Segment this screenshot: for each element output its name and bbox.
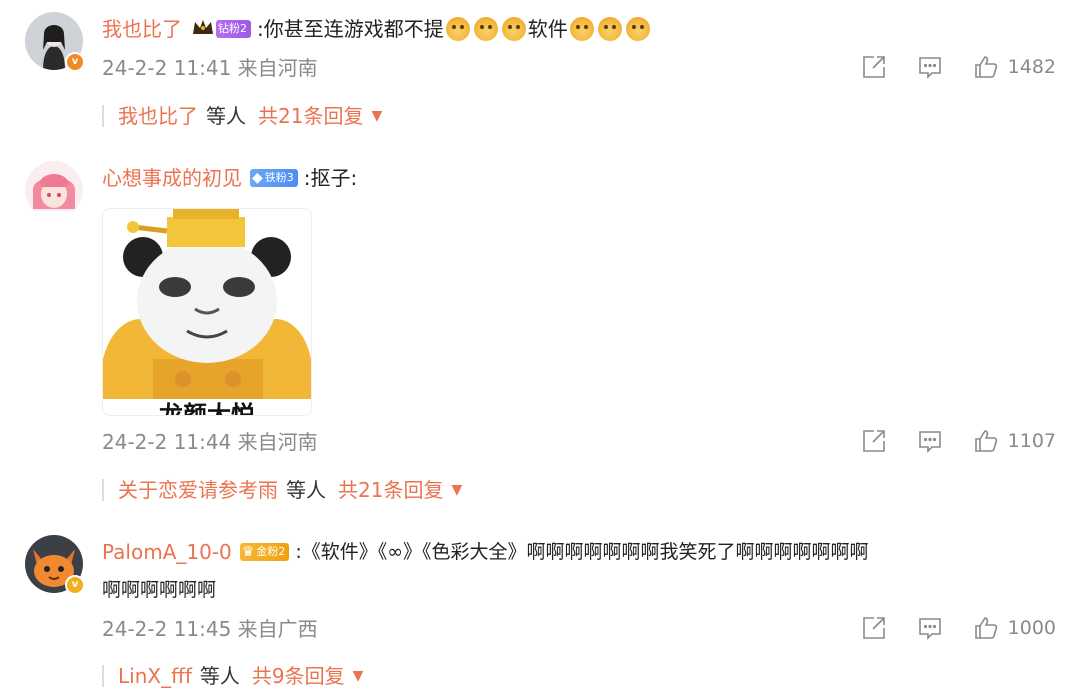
thumbs-up-icon[interactable]: [972, 53, 1000, 81]
diamond-icon: ◆: [252, 170, 263, 186]
comment-actions: 1000: [860, 614, 1056, 642]
fan-badge-label: 金粉2: [256, 545, 286, 558]
doge-emoji-icon: [445, 17, 470, 41]
reply-etc: 等人: [206, 104, 246, 128]
username[interactable]: PalomA_10-0: [102, 537, 232, 567]
replies-summary[interactable]: 关于恋爱请参考雨 等人 共21条回复 ▼: [102, 475, 462, 505]
reply-user[interactable]: 我也比了: [118, 101, 198, 131]
comment-text-mid: 软件: [527, 17, 568, 41]
like-count: 1482: [1007, 56, 1056, 78]
avatar-image: [25, 161, 83, 219]
fan-badge-label: 铁粉3: [264, 171, 294, 184]
caret-down-icon[interactable]: ▼: [371, 101, 382, 131]
comment-icon[interactable]: [916, 614, 944, 642]
comment-text: :《软件》《∞》《色彩大全》啊啊啊啊啊啊啊我笑死了啊啊啊啊啊啊啊: [295, 541, 869, 563]
comment-icon[interactable]: [916, 53, 944, 81]
like-count: 1000: [1007, 617, 1056, 639]
fan-badge[interactable]: ◆ 铁粉3: [250, 169, 298, 187]
share-icon[interactable]: [860, 614, 888, 642]
doge-emoji-icon: [473, 17, 498, 41]
divider: [102, 665, 104, 687]
comment-actions: 1482: [860, 53, 1056, 81]
comment-text: :抠子:: [303, 166, 358, 190]
comment-icon[interactable]: [916, 427, 944, 455]
reply-total[interactable]: 共21条回复: [258, 101, 363, 131]
comment-text-continued: 啊啊啊啊啊啊: [102, 579, 217, 601]
thumbs-up-icon[interactable]: [972, 427, 1000, 455]
share-icon[interactable]: [860, 53, 888, 81]
crown-icon: ♛: [241, 544, 255, 560]
meme-caption: 龙颜大悦: [159, 401, 255, 415]
like-count: 1107: [1007, 430, 1056, 452]
reply-total[interactable]: 共21条回复: [338, 475, 443, 505]
doge-emoji-icon: [625, 17, 650, 41]
reply-user[interactable]: 关于恋爱请参考雨: [118, 475, 278, 505]
meme-image[interactable]: 龙颜大悦: [102, 208, 312, 416]
username[interactable]: 我也比了: [102, 14, 182, 44]
divider: [102, 479, 104, 501]
comment-meta: 24-2-2 11:44 来自河南: [102, 430, 318, 454]
caret-down-icon[interactable]: ▼: [451, 475, 462, 505]
doge-emoji-icon: [501, 17, 526, 41]
comment-actions: 1107: [860, 427, 1056, 455]
verified-v-icon: v: [65, 575, 85, 595]
replies-summary[interactable]: 我也比了 等人 共21条回复 ▼: [102, 101, 382, 131]
reply-etc: 等人: [286, 478, 326, 502]
comment-meta: 24-2-2 11:41 来自河南: [102, 56, 318, 80]
doge-emoji-icon: [569, 17, 594, 41]
avatar[interactable]: v: [25, 12, 85, 72]
divider: [102, 105, 104, 127]
fan-badge[interactable]: ♛ 金粉2: [239, 543, 290, 561]
doge-emoji-icon: [597, 17, 622, 41]
fan-badge[interactable]: 钻粉2: [216, 20, 251, 38]
avatar[interactable]: [25, 161, 83, 219]
avatar[interactable]: v: [25, 535, 85, 595]
comment-text: :你甚至连游戏都不提: [257, 17, 444, 41]
comment-meta: 24-2-2 11:45 来自广西: [102, 617, 318, 641]
thumbs-up-icon[interactable]: [972, 614, 1000, 642]
share-icon[interactable]: [860, 427, 888, 455]
crown-icon: [192, 14, 214, 44]
username[interactable]: 心想事成的初见: [102, 163, 242, 193]
verified-v-icon: v: [65, 52, 85, 72]
